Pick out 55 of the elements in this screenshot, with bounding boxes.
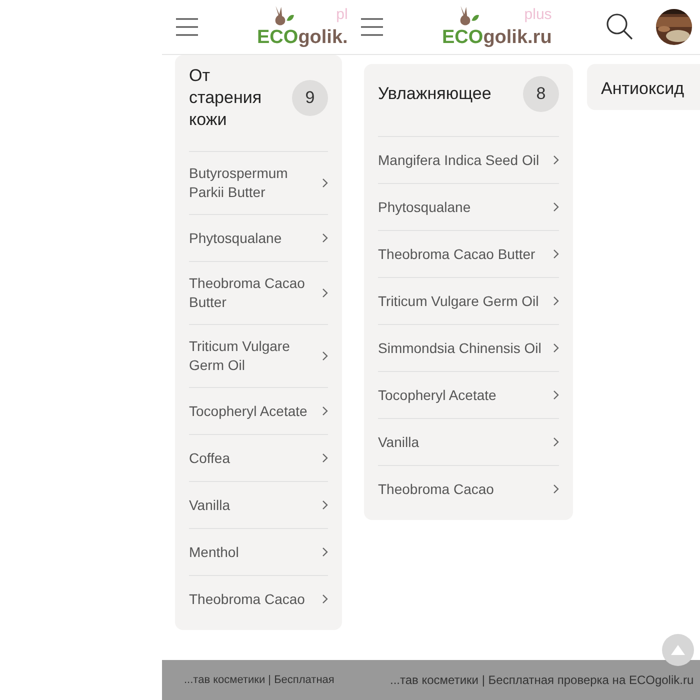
category-title: От старения кожи bbox=[189, 65, 263, 131]
ingredient-item[interactable]: Menthol bbox=[189, 529, 328, 576]
chevron-right-icon bbox=[553, 343, 559, 353]
logo-eco-text: ECO bbox=[257, 28, 298, 48]
chevron-right-icon bbox=[322, 351, 328, 361]
ingredient-item[interactable]: Theobroma Cacao Butter bbox=[378, 231, 559, 278]
chevron-right-icon bbox=[322, 406, 328, 416]
logo-plus-text: pl bbox=[336, 6, 348, 23]
ingredient-item[interactable]: Mangifera Indica Seed Oil bbox=[378, 137, 559, 184]
footer-text: ...тав косметики | Бесплатная bbox=[184, 674, 334, 686]
search-icon bbox=[606, 13, 634, 41]
triangle-up-icon bbox=[671, 645, 685, 655]
chevron-right-icon bbox=[553, 202, 559, 212]
logo-golik-text: golik.ru bbox=[483, 28, 552, 48]
ingredient-item[interactable]: Tocopheryl Acetate bbox=[189, 388, 328, 435]
chevron-right-icon bbox=[553, 249, 559, 259]
category-title: Антиоксид bbox=[601, 78, 686, 100]
logo-eco-text: ECO bbox=[442, 28, 484, 48]
ingredient-item[interactable]: Butyrospermum Parkii Butter bbox=[189, 152, 328, 215]
chevron-right-icon bbox=[322, 288, 328, 298]
chevron-right-icon bbox=[322, 547, 328, 557]
ingredient-item[interactable]: Phytosqualane bbox=[378, 184, 559, 231]
ingredient-item[interactable]: Tocopheryl Acetate bbox=[378, 372, 559, 419]
chevron-right-icon bbox=[553, 155, 559, 165]
footer-text: ...тав косметики | Бесплатная проверка на ECOgolik.ru bbox=[390, 673, 694, 687]
chevron-right-icon bbox=[553, 437, 559, 447]
search-button[interactable] bbox=[606, 13, 634, 41]
ingredient-item[interactable]: Theobroma Cacao bbox=[378, 466, 559, 512]
ingredient-item[interactable]: Triticum Vulgare Germ Oil bbox=[189, 325, 328, 388]
category-title: Увлажняющее bbox=[378, 83, 492, 105]
chevron-right-icon bbox=[553, 484, 559, 494]
scroll-top-button[interactable] bbox=[662, 634, 694, 666]
chevron-right-icon bbox=[322, 233, 328, 243]
chevron-right-icon bbox=[553, 296, 559, 306]
ingredient-item[interactable]: Phytosqualane bbox=[189, 215, 328, 262]
logo-plus-text: plus bbox=[524, 6, 552, 23]
ingredient-item[interactable]: Vanilla bbox=[378, 419, 559, 466]
menu-icon bbox=[360, 17, 384, 37]
chevron-right-icon bbox=[322, 594, 328, 604]
ingredient-item[interactable]: Coffea bbox=[189, 435, 328, 482]
chevron-right-icon bbox=[553, 390, 559, 400]
ingredient-item[interactable]: Triticum Vulgare Germ Oil bbox=[378, 278, 559, 325]
chevron-right-icon bbox=[322, 178, 328, 188]
count-badge: 9 bbox=[292, 80, 328, 116]
menu-button[interactable] bbox=[175, 17, 199, 37]
chevron-right-icon bbox=[322, 453, 328, 463]
logo-golik-text: golik. bbox=[298, 28, 348, 48]
count-badge: 8 bbox=[523, 76, 559, 112]
ingredient-item[interactable]: Vanilla bbox=[189, 482, 328, 529]
chevron-right-icon bbox=[322, 500, 328, 510]
ingredient-item[interactable]: Theobroma Cacao bbox=[189, 576, 328, 622]
ingredient-item[interactable]: Simmondsia Chinensis Oil bbox=[378, 325, 559, 372]
menu-button[interactable] bbox=[360, 17, 384, 37]
menu-icon bbox=[175, 17, 199, 37]
ingredient-item[interactable]: Theobroma Cacao Butter bbox=[189, 262, 328, 325]
